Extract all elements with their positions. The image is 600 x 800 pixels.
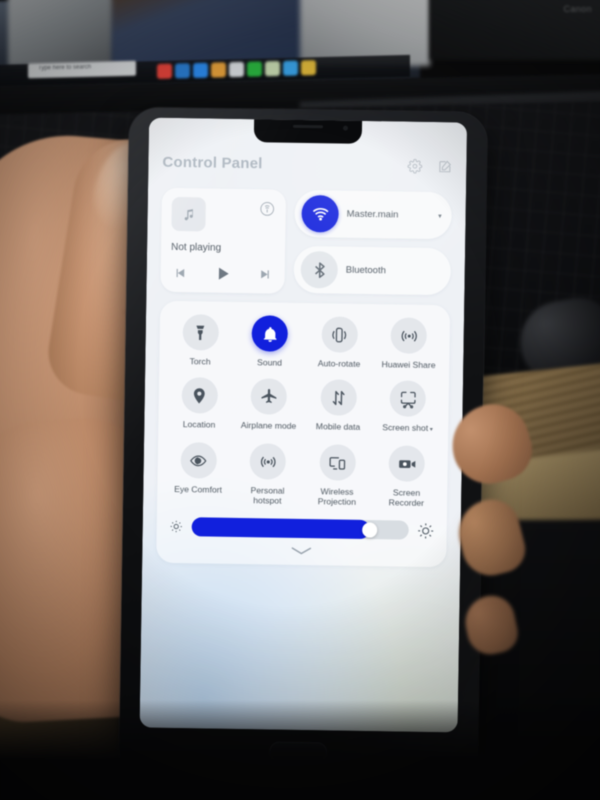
toggle-label-screenshot: Screen shot ▾ bbox=[382, 422, 433, 434]
eye-comfort-icon bbox=[180, 442, 217, 479]
control-panel-header: Control Panel bbox=[162, 142, 453, 187]
toggle-screen-recorder[interactable]: Screen Recorder bbox=[372, 445, 442, 508]
taskbar-edge-icon[interactable] bbox=[193, 62, 208, 79]
toggle-huawei-share[interactable]: Huawei Share bbox=[374, 317, 444, 370]
brightness-low-icon bbox=[169, 519, 184, 534]
toggle-airplane-mode[interactable]: Airplane mode bbox=[234, 378, 304, 433]
toggle-sound[interactable]: Sound bbox=[235, 315, 305, 368]
front-camera bbox=[342, 125, 349, 131]
taskbar-chrome-icon[interactable] bbox=[157, 63, 172, 79]
toggle-label-location: Location bbox=[182, 419, 216, 430]
screen-recorder-icon bbox=[388, 445, 426, 482]
toggle-label-mobile-data: Mobile data bbox=[315, 421, 361, 432]
edit-icon[interactable] bbox=[437, 159, 452, 174]
media-card-top bbox=[171, 196, 276, 233]
airplane-icon bbox=[250, 378, 288, 415]
settings-gear-icon[interactable] bbox=[407, 158, 423, 174]
monitor-wallpaper-left bbox=[8, 0, 113, 66]
play-button[interactable] bbox=[214, 265, 232, 283]
toggle-label-airplane-mode: Airplane mode bbox=[240, 420, 297, 431]
taskbar-skype-icon[interactable] bbox=[283, 60, 298, 76]
header-actions bbox=[407, 158, 452, 174]
toggle-label-eye-comfort: Eye Comfort bbox=[174, 483, 223, 495]
brightness-row bbox=[163, 517, 441, 540]
taskbar-folder-icon[interactable] bbox=[211, 62, 226, 78]
taskbar-photos-icon[interactable] bbox=[301, 60, 316, 76]
toggle-personal-hotspot[interactable]: Personal hotspot bbox=[233, 443, 303, 506]
next-track-button[interactable] bbox=[258, 267, 272, 281]
display-notch bbox=[253, 117, 363, 144]
wifi-network-name: Master.main bbox=[346, 208, 399, 221]
toggle-location[interactable]: Location bbox=[164, 377, 234, 432]
toggle-auto-rotate[interactable]: Auto-rotate bbox=[304, 316, 374, 369]
wireless-projection-icon bbox=[319, 444, 356, 481]
location-pin-icon bbox=[181, 377, 218, 414]
toggle-label-screen-recorder: Screen Recorder bbox=[388, 487, 425, 508]
taskbar-browser-icon[interactable] bbox=[175, 63, 190, 79]
monitor-corner-label: Canon bbox=[563, 4, 592, 14]
media-connectivity-row: Not playing Master.main ▾ Bluetooth bbox=[160, 187, 453, 297]
wifi-toggle[interactable]: Master.main ▾ bbox=[294, 189, 453, 240]
connectivity-column: Master.main ▾ Bluetooth bbox=[293, 189, 453, 296]
huawei-share-icon bbox=[390, 317, 428, 354]
toggle-chevron-down-icon[interactable]: ▾ bbox=[428, 427, 433, 433]
wifi-chevron-down-icon[interactable]: ▾ bbox=[438, 212, 445, 220]
toggle-label-wireless-projection: Wireless Projection bbox=[317, 486, 357, 507]
media-status-text: Not playing bbox=[171, 241, 222, 254]
bluetooth-label: Bluetooth bbox=[345, 264, 387, 277]
toggle-label-auto-rotate: Auto-rotate bbox=[317, 358, 361, 369]
toggle-wireless-projection[interactable]: Wireless Projection bbox=[302, 444, 372, 507]
wifi-icon bbox=[301, 194, 339, 233]
bluetooth-icon bbox=[300, 250, 339, 289]
media-transport-controls bbox=[171, 264, 275, 286]
bell-icon bbox=[251, 315, 289, 352]
taskbar-explorer-icon[interactable] bbox=[229, 61, 244, 78]
cast-audio-icon[interactable] bbox=[259, 200, 276, 217]
phone-screen[interactable]: Control Panel Not playing Master.main ▾ … bbox=[139, 117, 468, 733]
quick-toggles-grid: Torch Sound Auto-rotate Huawei Share Locatio… bbox=[163, 314, 444, 508]
hotspot-icon bbox=[249, 443, 287, 480]
brightness-slider[interactable] bbox=[191, 517, 409, 540]
toggle-torch[interactable]: Torch bbox=[165, 314, 235, 367]
brightness-slider-knob[interactable] bbox=[362, 521, 378, 538]
flashlight-icon bbox=[182, 314, 219, 351]
toggle-screenshot[interactable]: Screen shot ▾ bbox=[373, 380, 443, 435]
toggle-label-personal-hotspot: Personal hotspot bbox=[250, 485, 285, 506]
brightness-high-icon bbox=[417, 521, 435, 539]
bluetooth-toggle[interactable]: Bluetooth bbox=[293, 245, 452, 296]
phone-device: Control Panel Not playing Master.main ▾ … bbox=[118, 107, 488, 785]
screenshot-icon bbox=[389, 380, 427, 417]
taskbar-whatsapp-icon[interactable] bbox=[247, 61, 262, 77]
brightness-slider-fill bbox=[191, 517, 370, 540]
page-title: Control Panel bbox=[162, 153, 263, 172]
earpiece-speaker bbox=[292, 124, 324, 129]
toggle-label-huawei-share: Huawei Share bbox=[381, 359, 436, 371]
taskbar-app-icon[interactable] bbox=[265, 60, 280, 77]
toggle-mobile-data[interactable]: Mobile data bbox=[303, 379, 373, 434]
toggle-label-torch: Torch bbox=[189, 356, 211, 367]
toggle-label-sound: Sound bbox=[257, 357, 283, 368]
toggle-eye-comfort[interactable]: Eye Comfort bbox=[163, 442, 233, 505]
photo-scene: Canon Type here to search Control Panel … bbox=[0, 0, 600, 800]
quick-toggles-card: Torch Sound Auto-rotate Huawei Share Locatio… bbox=[156, 300, 451, 568]
music-note-icon bbox=[171, 196, 206, 232]
foreground-shadow bbox=[0, 700, 600, 800]
control-panel: Control Panel Not playing Master.main ▾ … bbox=[142, 142, 467, 568]
previous-track-button[interactable] bbox=[174, 266, 188, 280]
auto-rotate-icon bbox=[321, 316, 358, 353]
media-player-card[interactable]: Not playing bbox=[160, 187, 287, 294]
chevron-down-icon[interactable] bbox=[162, 543, 440, 558]
mobile-data-icon bbox=[320, 379, 357, 416]
